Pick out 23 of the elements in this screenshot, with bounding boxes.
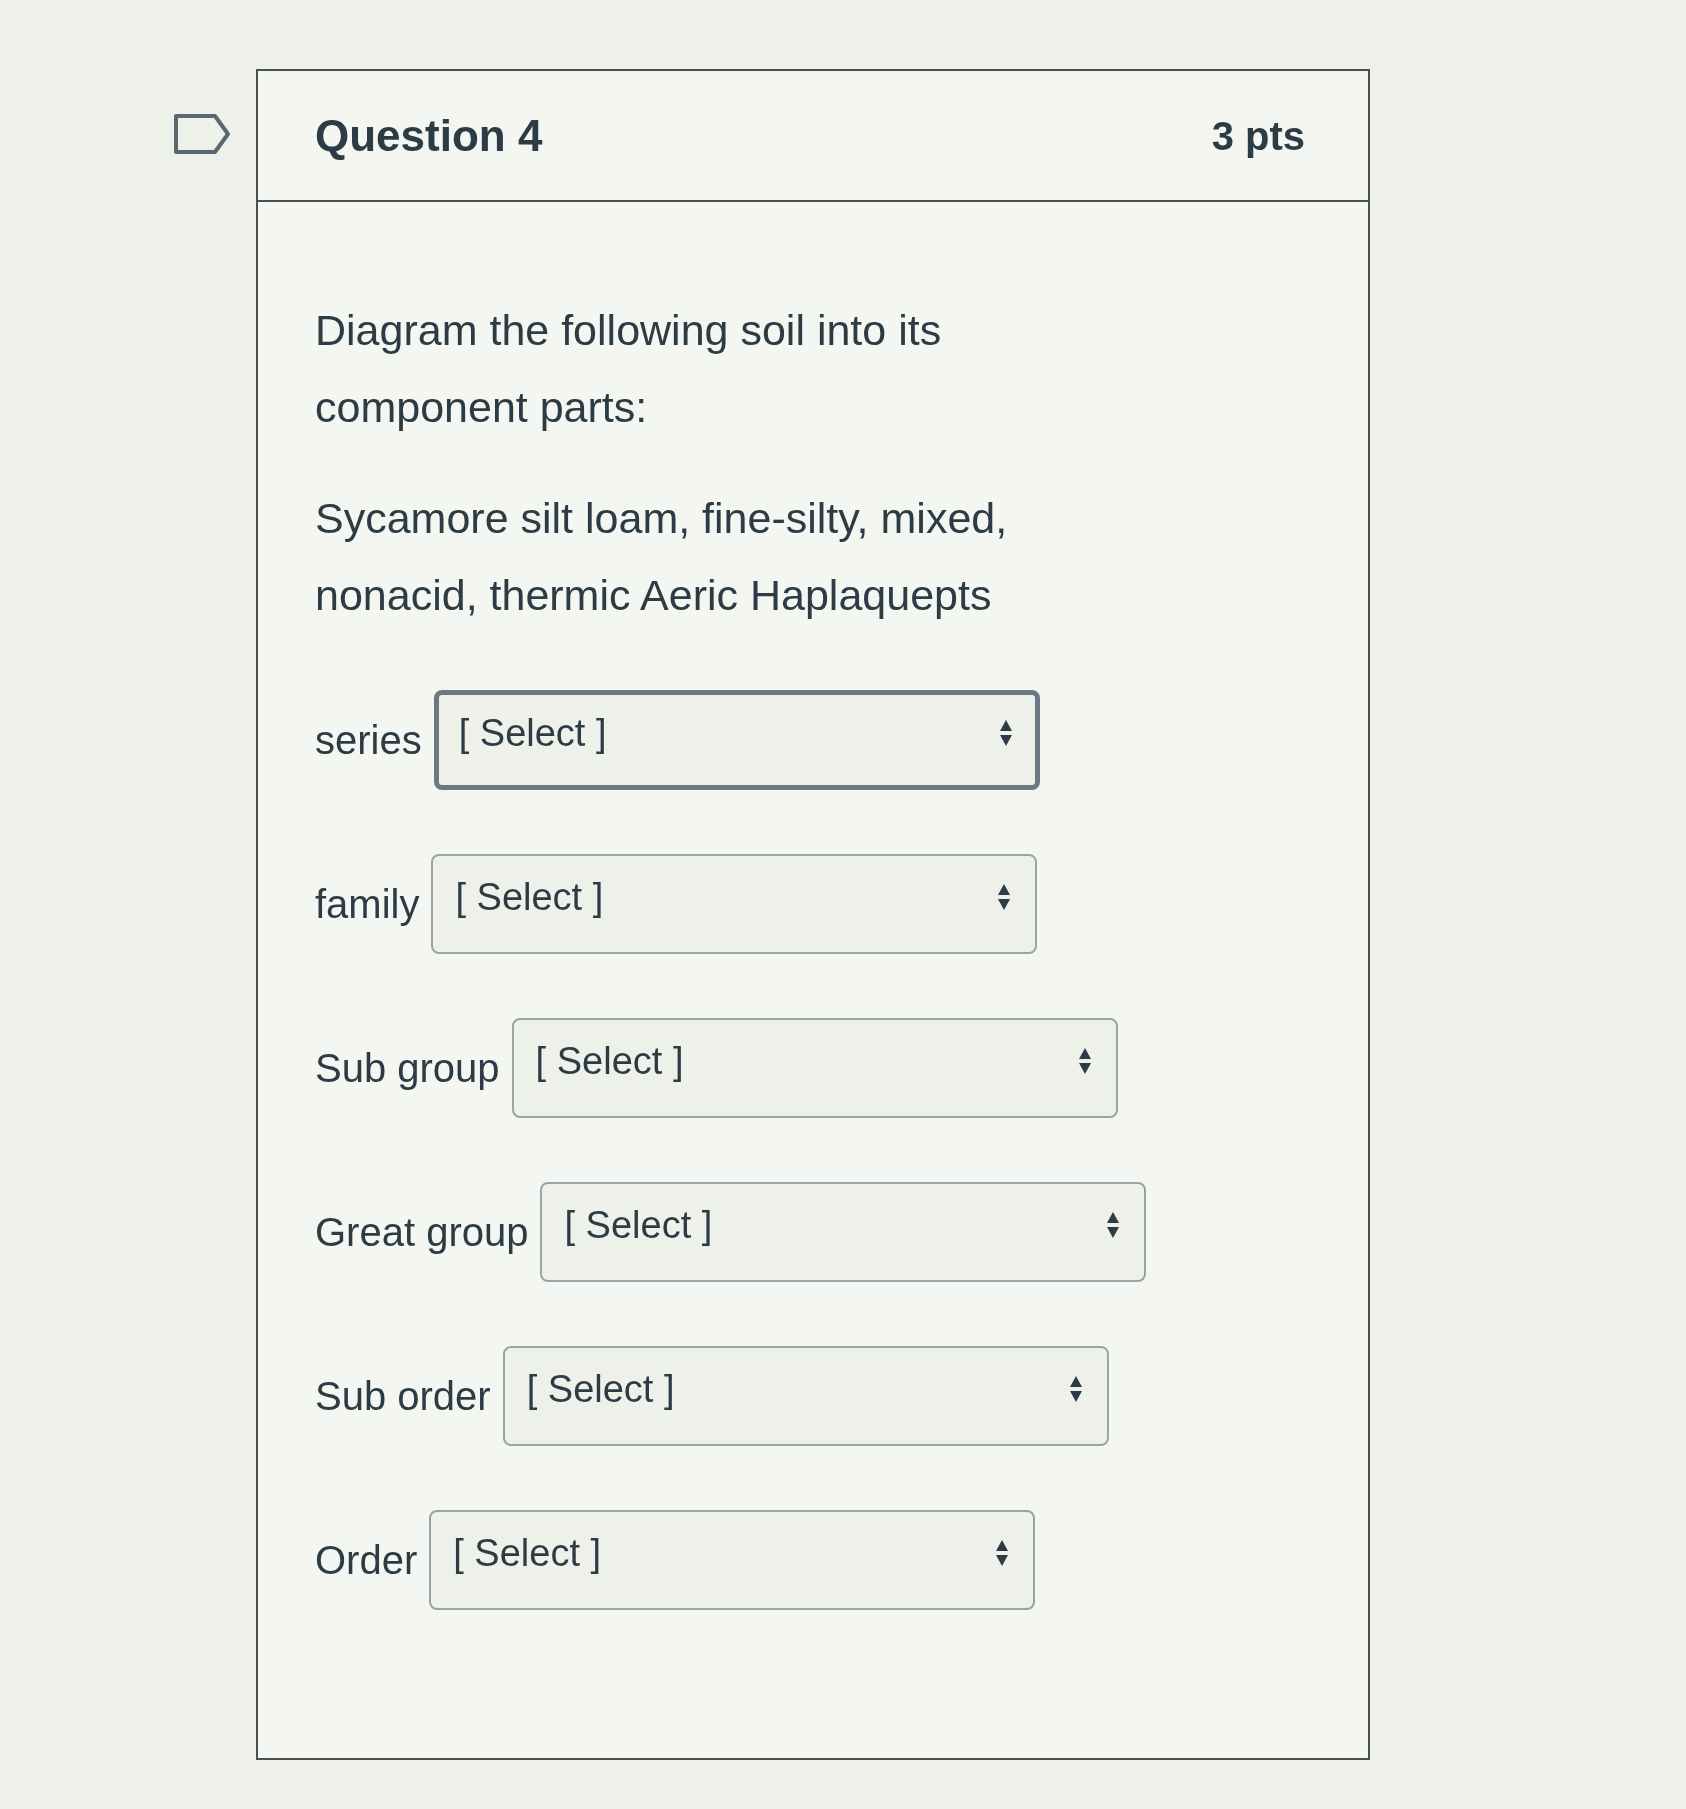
select-dropdown[interactable]: [ Select ] — [433, 690, 1040, 790]
dropdown-label: Sub order — [315, 1376, 491, 1416]
dropdown-label: Great group — [315, 1212, 529, 1252]
select-dropdown[interactable]: [ Select ] — [511, 1018, 1118, 1118]
question-text: Diagram the following soil into its component parts: — [315, 305, 943, 433]
select-dropdown[interactable]: [ Select ] — [502, 1346, 1109, 1446]
sort-arrows-icon — [997, 883, 1012, 911]
select-dropdown[interactable]: [ Select ] — [431, 854, 1038, 954]
select-dropdown[interactable]: [ Select ] — [429, 1510, 1036, 1610]
sort-arrows-icon — [1068, 1375, 1083, 1403]
sort-arrows-icon — [995, 1539, 1010, 1567]
sort-arrows-icon — [1106, 1211, 1121, 1239]
dropdown-label: Sub group — [315, 1048, 500, 1088]
question-text: Sycamore silt loam, fine-silty, mixed, nonacid, thermic Aeric Haplaquepts — [315, 493, 1009, 621]
points-text: 3 pts — [1211, 115, 1305, 156]
select-dropdown[interactable]: [ Select ] — [540, 1182, 1147, 1282]
flag-icon[interactable] — [173, 113, 231, 155]
dropdown-label: series — [315, 720, 422, 760]
dropdown-label: Order — [315, 1540, 418, 1580]
dropdown-label: family — [315, 884, 420, 924]
question-title: Question 4 — [315, 113, 543, 158]
sort-arrows-icon — [998, 719, 1013, 747]
sort-arrows-icon — [1077, 1047, 1092, 1075]
